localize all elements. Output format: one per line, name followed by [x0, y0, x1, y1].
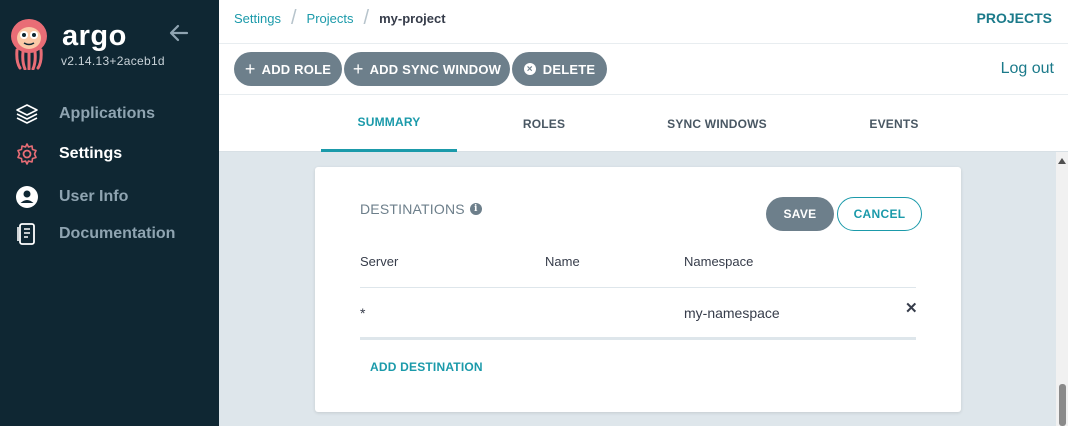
sidebar-item-label: User Info: [59, 188, 129, 205]
breadcrumb-separator: /: [363, 7, 370, 29]
sidebar: argo v2.14.13+2aceb1d Applications Setti…: [0, 0, 219, 426]
add-destination-button[interactable]: ADD DESTINATION: [370, 360, 483, 374]
vertical-scrollbar[interactable]: [1056, 152, 1068, 426]
user-icon: [15, 185, 39, 209]
column-header-server: Server: [360, 254, 399, 269]
argo-octopus-logo[interactable]: [8, 16, 50, 70]
breadcrumb: Settings / Projects / my-project: [234, 7, 446, 29]
add-role-label: ADD ROLE: [261, 61, 332, 77]
delete-button[interactable]: × DELETE: [512, 52, 607, 86]
cancel-button[interactable]: CANCEL: [837, 197, 922, 231]
breadcrumb-settings[interactable]: Settings: [234, 11, 281, 26]
destination-server-cell: *: [360, 305, 366, 321]
breadcrumb-projects[interactable]: Projects: [307, 11, 354, 26]
column-header-namespace: Namespace: [684, 254, 754, 269]
info-icon[interactable]: i: [469, 203, 482, 215]
scroll-up-arrow-icon[interactable]: [1058, 158, 1066, 164]
breadcrumb-current: my-project: [379, 11, 446, 26]
delete-label: DELETE: [542, 61, 596, 77]
add-role-button[interactable]: + ADD ROLE: [234, 52, 342, 86]
logout-link[interactable]: Log out: [1001, 60, 1054, 78]
toolbar: + ADD ROLE + ADD SYNC WINDOW × DELETE Lo…: [219, 44, 1068, 95]
plus-icon: +: [352, 59, 364, 79]
breadcrumb-separator: /: [290, 7, 297, 29]
book-icon: [15, 222, 39, 246]
sidebar-item-settings[interactable]: Settings: [0, 137, 219, 171]
column-header-name: Name: [545, 254, 580, 269]
tab-summary[interactable]: SUMMARY: [321, 95, 457, 152]
add-sync-window-button[interactable]: + ADD SYNC WINDOW: [344, 52, 510, 86]
tab-bar: SUMMARY ROLES SYNC WINDOWS EVENTS: [219, 95, 1068, 152]
sidebar-item-user-info[interactable]: User Info: [0, 180, 219, 214]
version-label: v2.14.13+2aceb1d: [61, 54, 165, 68]
row-divider: [360, 337, 916, 340]
sidebar-item-label: Applications: [59, 105, 156, 122]
brand-name: argo: [62, 20, 127, 52]
close-circle-icon: ×: [523, 63, 536, 75]
scroll-thumb[interactable]: [1059, 384, 1066, 426]
tab-roles[interactable]: ROLES: [489, 95, 599, 152]
save-button[interactable]: SAVE: [766, 197, 834, 231]
destination-namespace-cell: my-namespace: [684, 305, 780, 321]
tab-sync-windows[interactable]: SYNC WINDOWS: [637, 95, 797, 152]
sidebar-item-label: Settings: [59, 145, 123, 162]
projects-link[interactable]: PROJECTS: [977, 10, 1052, 26]
sidebar-item-label: Documentation: [59, 225, 176, 242]
plus-icon: +: [244, 59, 256, 79]
destinations-title: DESTINATIONS i: [360, 201, 482, 217]
destinations-title-text: DESTINATIONS: [360, 201, 465, 217]
add-sync-window-label: ADD SYNC WINDOW: [369, 61, 502, 77]
gear-icon: [15, 142, 39, 166]
top-bar: Settings / Projects / my-project PROJECT…: [219, 0, 1068, 44]
destinations-card: DESTINATIONS i SAVE CANCEL Server Name N…: [315, 167, 961, 412]
collapse-sidebar-icon[interactable]: [168, 22, 190, 44]
sidebar-item-documentation[interactable]: Documentation: [0, 217, 219, 251]
remove-destination-icon[interactable]: ✕: [905, 299, 918, 317]
header-divider: [360, 287, 916, 288]
sidebar-item-applications[interactable]: Applications: [0, 97, 219, 131]
layers-icon: [15, 102, 39, 126]
tab-events[interactable]: EVENTS: [839, 95, 949, 152]
